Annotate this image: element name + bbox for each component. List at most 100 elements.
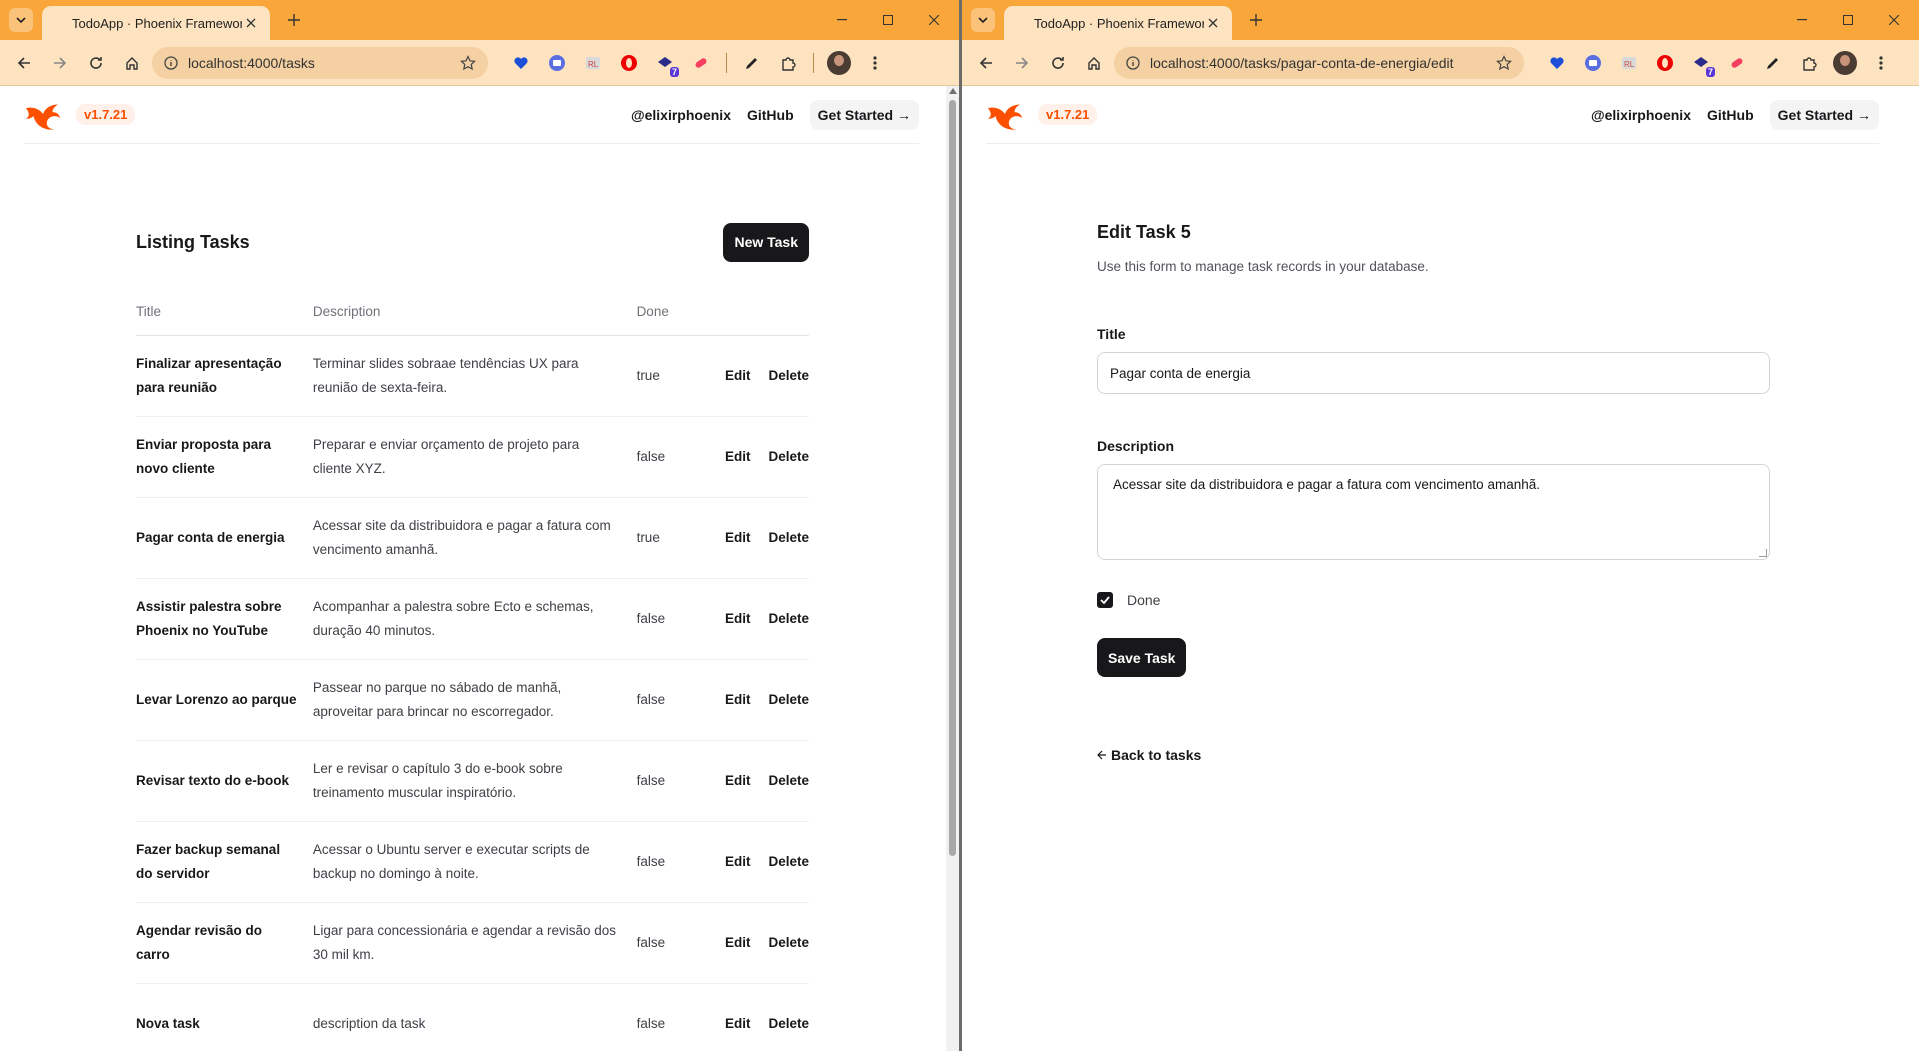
task-done[interactable]: false [637, 660, 707, 741]
close-icon[interactable] [242, 14, 260, 32]
tab-search-button[interactable] [9, 8, 33, 32]
task-description[interactable]: description da task [313, 984, 637, 1051]
home-button[interactable] [1078, 47, 1110, 79]
task-description[interactable]: Terminar slides sobraae tendências UX pa… [313, 336, 637, 417]
github-link[interactable]: GitHub [1707, 107, 1754, 123]
tab-active[interactable]: TodoApp · Phoenix Framework [1004, 6, 1232, 40]
heart-shield-icon[interactable] [506, 48, 536, 78]
edit-link[interactable]: Edit [725, 449, 751, 464]
table-row[interactable]: Agendar revisão do carro Ligar para conce… [136, 903, 809, 984]
task-done[interactable]: false [637, 741, 707, 822]
translate-icon[interactable] [1578, 48, 1608, 78]
stack-icon[interactable]: 7 [1686, 48, 1716, 78]
reload-button[interactable] [80, 47, 112, 79]
profile-avatar[interactable] [1830, 48, 1860, 78]
puzzle-icon[interactable] [1794, 48, 1824, 78]
task-done[interactable]: true [637, 336, 707, 417]
pen-icon[interactable] [737, 48, 767, 78]
task-title[interactable]: Assistir palestra sobre Phoenix no YouTu… [136, 579, 313, 660]
get-started-button[interactable]: Get Started → [1769, 99, 1879, 130]
grammar-icon[interactable]: RL [578, 48, 608, 78]
task-description[interactable]: Acessar o Ubuntu server e executar scrip… [313, 822, 637, 903]
task-title[interactable]: Fazer backup semanal do servidor [136, 822, 313, 903]
tab-search-button[interactable] [971, 8, 995, 32]
task-title[interactable]: Enviar proposta para novo cliente [136, 417, 313, 498]
table-row[interactable]: Enviar proposta para novo cliente Prepara… [136, 417, 809, 498]
task-description[interactable]: Preparar e enviar orçamento de projeto p… [313, 417, 637, 498]
delete-link[interactable]: Delete [768, 773, 809, 788]
task-title[interactable]: Finalizar apresentação para reunião [136, 336, 313, 417]
task-title[interactable]: Pagar conta de energia [136, 498, 313, 579]
edit-link[interactable]: Edit [725, 611, 751, 626]
minimize-button[interactable] [1779, 8, 1825, 32]
site-info-icon[interactable] [1126, 55, 1140, 70]
forward-button[interactable] [44, 47, 76, 79]
grammar-icon[interactable]: RL [1614, 48, 1644, 78]
delete-link[interactable]: Delete [768, 935, 809, 950]
heart-shield-icon[interactable] [1542, 48, 1572, 78]
maximize-button[interactable] [1825, 8, 1871, 32]
profile-avatar[interactable] [824, 48, 854, 78]
task-done[interactable]: false [637, 417, 707, 498]
task-description[interactable]: Ligar para concessionária e agendar a re… [313, 903, 637, 984]
task-description[interactable]: Ler e revisar o capítulo 3 do e-book sob… [313, 741, 637, 822]
reload-button[interactable] [1042, 47, 1074, 79]
edit-link[interactable]: Edit [725, 1016, 751, 1031]
delete-link[interactable]: Delete [768, 854, 809, 869]
resize-handle-icon[interactable] [1759, 549, 1767, 557]
table-row[interactable]: Fazer backup semanal do servidor Acessar … [136, 822, 809, 903]
bookmark-star-icon[interactable] [460, 54, 476, 71]
task-title[interactable]: Revisar texto do e-book [136, 741, 313, 822]
task-description[interactable]: Passear no parque no sábado de manhã, ap… [313, 660, 637, 741]
edit-link[interactable]: Edit [725, 530, 751, 545]
address-bar[interactable]: localhost:4000/tasks/pagar-conta-de-ener… [1114, 46, 1524, 79]
task-done[interactable]: false [637, 579, 707, 660]
scrollbar[interactable] [946, 86, 959, 1051]
scroll-thumb[interactable] [949, 100, 956, 856]
address-bar[interactable]: localhost:4000/tasks [152, 46, 488, 79]
more-options-icon[interactable] [1866, 48, 1896, 78]
version-badge[interactable]: v1.7.21 [1038, 104, 1098, 125]
task-done[interactable]: false [637, 903, 707, 984]
delete-link[interactable]: Delete [768, 449, 809, 464]
pill-icon[interactable] [1722, 48, 1752, 78]
stack-icon[interactable]: 7 [650, 48, 680, 78]
task-done[interactable]: false [637, 984, 707, 1051]
phoenix-logo-icon[interactable] [986, 100, 1024, 130]
delete-link[interactable]: Delete [768, 611, 809, 626]
table-row[interactable]: Finalizar apresentação para reunião Termi… [136, 336, 809, 417]
pen-icon[interactable] [1758, 48, 1788, 78]
tab-active[interactable]: TodoApp · Phoenix Framework [42, 6, 270, 40]
window-close-button[interactable] [1871, 8, 1917, 32]
new-tab-button[interactable] [1244, 8, 1268, 32]
description-textarea[interactable]: Acessar site da distribuidora e pagar a … [1097, 464, 1770, 560]
close-icon[interactable] [1204, 14, 1222, 32]
title-input[interactable]: Pagar conta de energia [1097, 352, 1770, 394]
table-row[interactable]: Pagar conta de energia Acessar site da di… [136, 498, 809, 579]
edit-link[interactable]: Edit [725, 692, 751, 707]
delete-link[interactable]: Delete [768, 1016, 809, 1031]
maximize-button[interactable] [865, 8, 911, 32]
minimize-button[interactable] [819, 8, 865, 32]
translate-icon[interactable] [542, 48, 572, 78]
table-row[interactable]: Levar Lorenzo ao parque Passear no parque… [136, 660, 809, 741]
delete-link[interactable]: Delete [768, 692, 809, 707]
task-title[interactable]: Agendar revisão do carro [136, 903, 313, 984]
edit-link[interactable]: Edit [725, 773, 751, 788]
delete-link[interactable]: Delete [768, 530, 809, 545]
save-task-button[interactable]: Save Task [1097, 638, 1187, 677]
version-badge[interactable]: v1.7.21 [76, 104, 136, 125]
back-to-tasks-link[interactable]: Back to tasks [1097, 747, 1770, 763]
home-button[interactable] [116, 47, 148, 79]
twitter-link[interactable]: @elixirphoenix [1591, 107, 1691, 123]
task-done[interactable]: true [637, 498, 707, 579]
table-row[interactable]: Revisar texto do e-book Ler e revisar o c… [136, 741, 809, 822]
edit-link[interactable]: Edit [725, 368, 751, 383]
task-done[interactable]: false [637, 822, 707, 903]
task-description[interactable]: Acompanhar a palestra sobre Ecto e schem… [313, 579, 637, 660]
window-close-button[interactable] [911, 8, 957, 32]
table-row[interactable]: Nova task description da task false Edit Del… [136, 984, 809, 1051]
task-description[interactable]: Acessar site da distribuidora e pagar a … [313, 498, 637, 579]
get-started-button[interactable]: Get Started → [809, 99, 919, 130]
bookmark-star-icon[interactable] [1496, 54, 1512, 71]
